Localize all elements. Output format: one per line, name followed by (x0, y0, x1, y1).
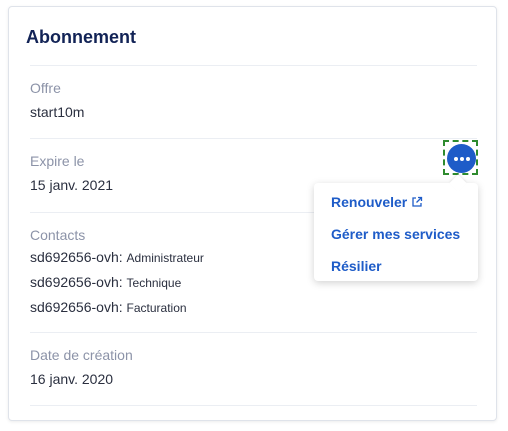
actions-menu-button[interactable] (447, 144, 476, 173)
offer-value: start10m (30, 104, 85, 120)
menu-item-manage-services[interactable]: Gérer mes services (331, 226, 460, 242)
contact-account: sd692656-ovh: (30, 249, 123, 265)
divider (30, 65, 477, 66)
divider (30, 405, 477, 406)
contact-role: Technique (126, 276, 182, 290)
contact-account: sd692656-ovh: (30, 274, 123, 290)
offer-section: Offre start10m (30, 79, 450, 121)
divider (30, 332, 477, 333)
menu-item-renew[interactable]: Renouveler (331, 194, 423, 210)
menu-item-label: Renouveler (331, 194, 408, 210)
creation-section: Date de création 16 janv. 2020 (30, 346, 450, 388)
contact-account: sd692656-ovh: (30, 299, 123, 315)
actions-dropdown-menu: Renouveler Gérer mes services Résilier (314, 174, 478, 281)
menu-item-cancel[interactable]: Résilier (331, 258, 382, 274)
menu-item-label: Gérer mes services (331, 226, 461, 242)
creation-label: Date de création (30, 347, 133, 363)
offer-label: Offre (30, 80, 61, 96)
contact-item: sd692656-ovh: Facturation (30, 295, 450, 320)
menu-item-label: Résilier (331, 258, 382, 274)
expiry-label: Expire le (30, 153, 85, 169)
contact-role: Administrateur (126, 251, 204, 265)
more-horizontal-icon (453, 156, 470, 161)
card-title: Abonnement (26, 27, 136, 47)
creation-value: 16 janv. 2020 (30, 371, 114, 387)
external-link-icon (412, 196, 423, 207)
contact-role: Facturation (126, 301, 187, 315)
divider (30, 138, 477, 139)
